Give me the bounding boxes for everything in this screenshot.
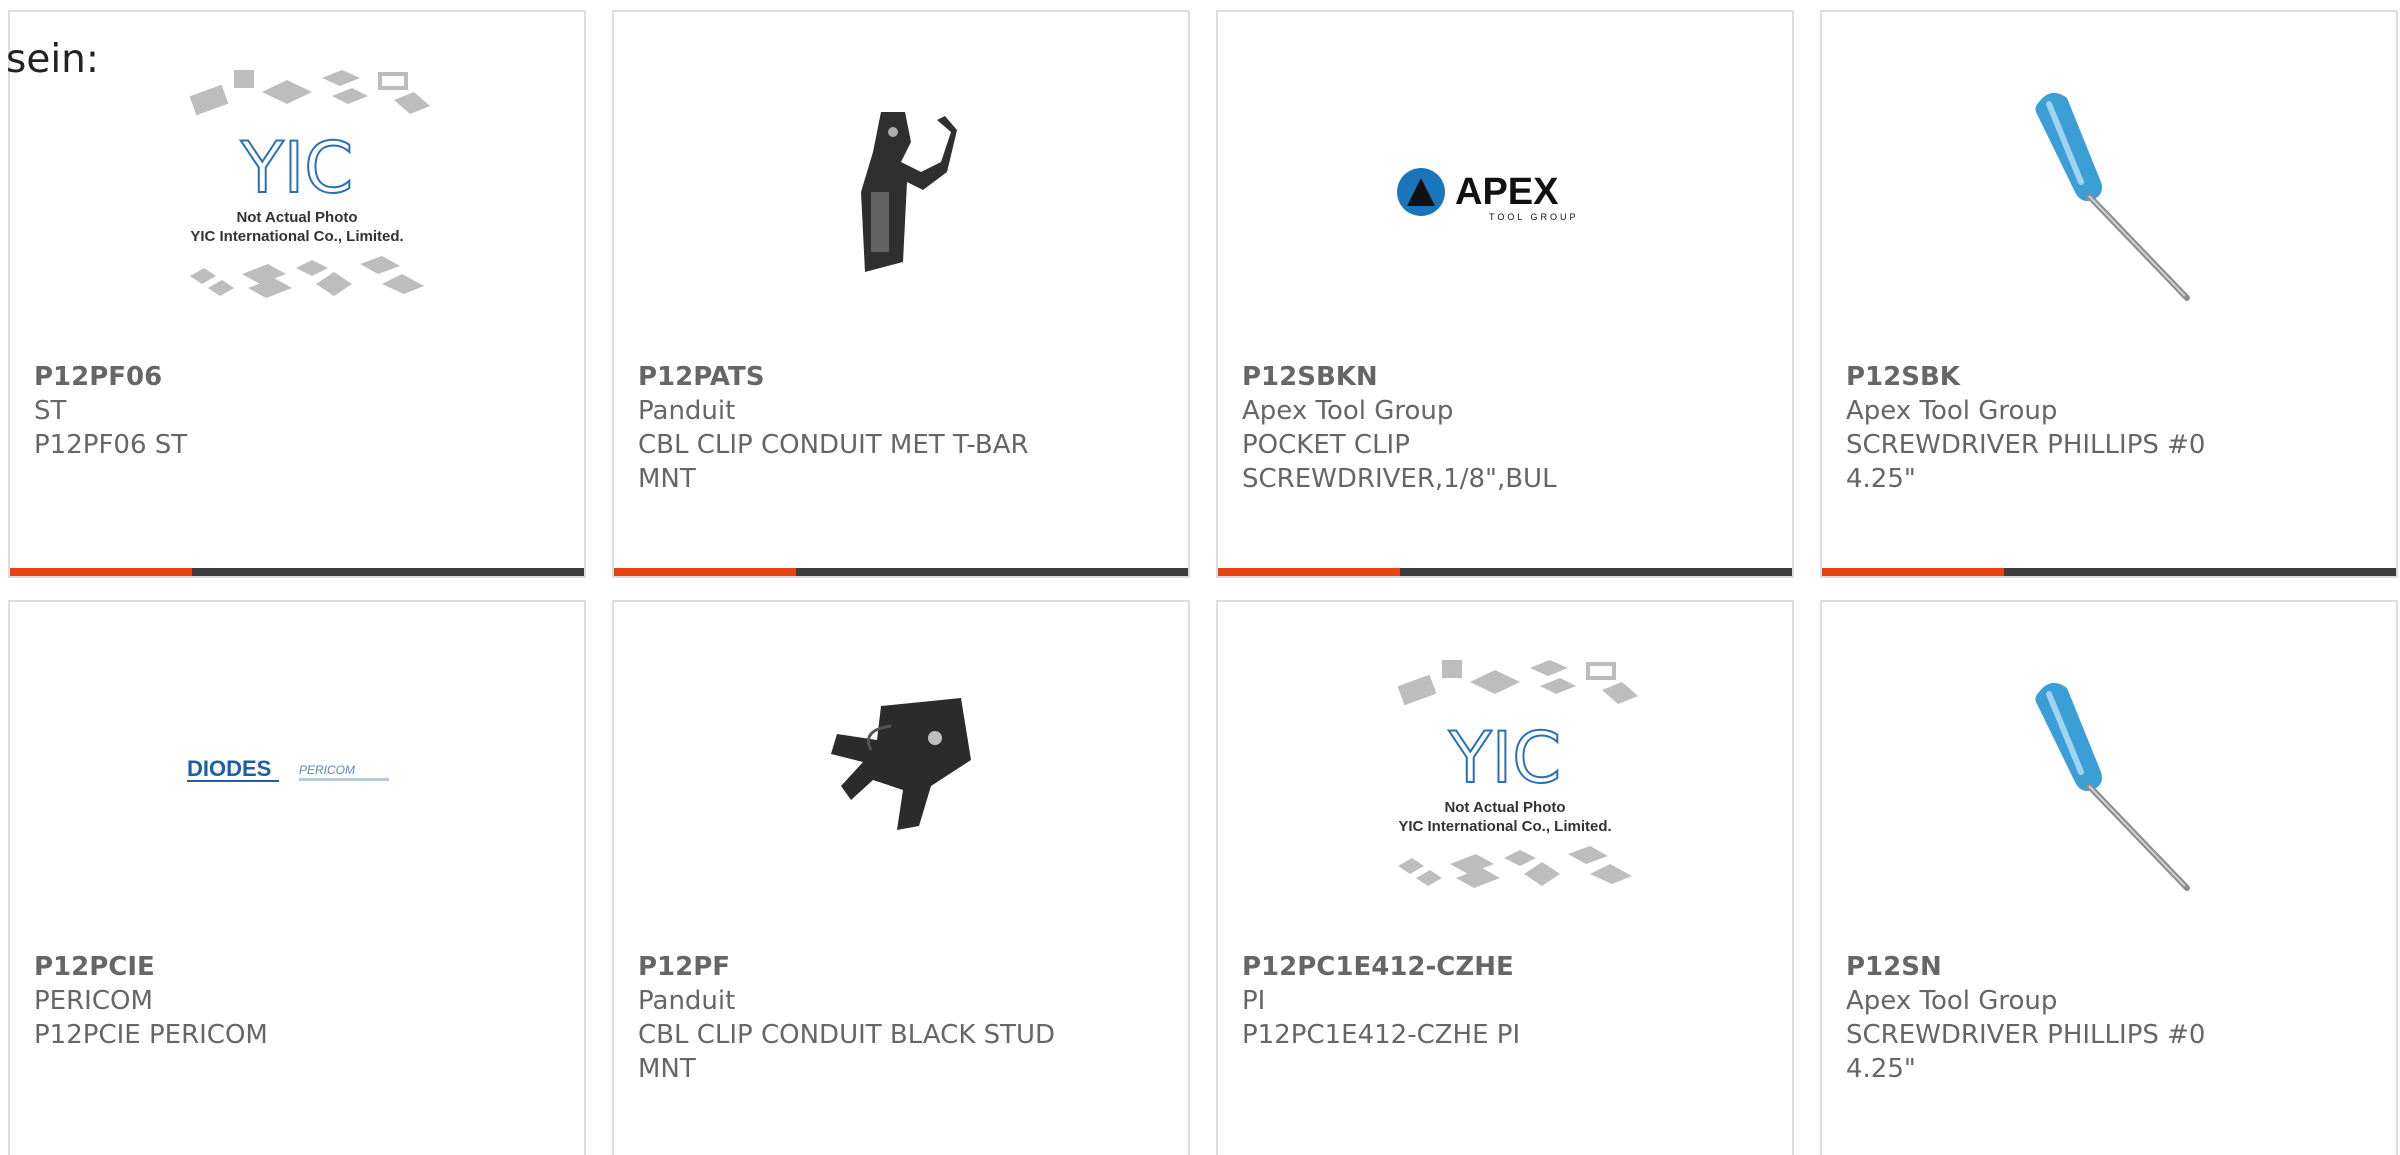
part-number[interactable]: P12PC1E412-CZHE	[1242, 950, 1662, 984]
product-card[interactable]: YIC Not Actual Photo YIC International C…	[1216, 600, 1794, 1155]
product-card[interactable]: DIODES PERICOM P12PCIE PERICOM P12PCIE P…	[8, 600, 586, 1155]
manufacturer: PI	[1242, 986, 1266, 1016]
yic-placeholder-image: YIC Not Actual Photo YIC International C…	[189, 70, 430, 298]
description: P12PCIE PERICOM	[34, 1020, 268, 1050]
product-image[interactable]	[614, 652, 1188, 942]
manufacturer: Panduit	[638, 986, 736, 1016]
part-number[interactable]: P12SBKN	[1242, 360, 1662, 394]
product-info: P12SN Apex Tool Group SCREWDRIVER PHILLI…	[1846, 950, 2266, 1086]
apex-sub: TOOL GROUP	[1489, 212, 1579, 222]
product-image[interactable]: DIODES PERICOM	[10, 652, 584, 942]
stud-clip-image	[831, 698, 971, 830]
description: SCREWDRIVER PHILLIPS #0 4.25"	[1846, 1020, 2206, 1084]
diodes-wordmark: DIODES	[187, 756, 271, 781]
part-number[interactable]: P12SN	[1846, 950, 2266, 984]
manufacturer: Apex Tool Group	[1242, 396, 1454, 426]
product-info: P12SBK Apex Tool Group SCREWDRIVER PHILL…	[1846, 360, 2266, 496]
part-number[interactable]: P12PF06	[34, 360, 454, 394]
diodes-pericom-logo-image: DIODES PERICOM	[187, 756, 389, 782]
description: CBL CLIP CONDUIT MET T-BAR MNT	[638, 430, 1029, 494]
description: POCKET CLIP SCREWDRIVER,1/8",BUL	[1242, 430, 1557, 494]
product-image[interactable]: APEX TOOL GROUP	[1218, 62, 1792, 352]
product-card[interactable]: P12PF Panduit CBL CLIP CONDUIT BLACK STU…	[612, 600, 1190, 1155]
description: P12PC1E412-CZHE PI	[1242, 1020, 1521, 1050]
part-number[interactable]: P12PF	[638, 950, 1058, 984]
product-image[interactable]: YIC Not Actual Photo YIC International C…	[10, 62, 584, 352]
product-info: P12PC1E412-CZHE PI P12PC1E412-CZHE PI	[1242, 950, 1662, 1052]
product-grid-page: sein: YIC Not Actual Photo YIC Internati…	[0, 0, 2400, 1155]
screwdriver-image	[2035, 682, 2190, 891]
pericom-wordmark: PERICOM	[299, 763, 355, 777]
product-info: P12PATS Panduit CBL CLIP CONDUIT MET T-B…	[638, 360, 1058, 496]
product-image[interactable]	[614, 62, 1188, 352]
product-info: P12PCIE PERICOM P12PCIE PERICOM	[34, 950, 454, 1052]
product-image[interactable]	[1822, 62, 2396, 352]
card-footer-bar	[10, 568, 584, 576]
part-number[interactable]: P12PCIE	[34, 950, 454, 984]
card-footer-bar	[614, 568, 1188, 576]
apex-wordmark: APEX	[1455, 171, 1559, 213]
product-info: P12SBKN Apex Tool Group POCKET CLIP SCRE…	[1242, 360, 1662, 496]
svg-text:YIC: YIC	[240, 127, 353, 209]
product-card[interactable]: YIC Not Actual Photo YIC International C…	[8, 10, 586, 578]
not-actual-photo-label: Not Actual Photo	[236, 209, 357, 226]
manufacturer: Apex Tool Group	[1846, 986, 2058, 1016]
description: CBL CLIP CONDUIT BLACK STUD MNT	[638, 1020, 1056, 1084]
yic-label: YIC International Co., Limited.	[1398, 818, 1611, 835]
description: SCREWDRIVER PHILLIPS #0 4.25"	[1846, 430, 2206, 494]
leading-text: sein:	[6, 37, 100, 82]
manufacturer: PERICOM	[34, 986, 153, 1016]
manufacturer: Panduit	[638, 396, 736, 426]
part-number[interactable]: P12PATS	[638, 360, 1058, 394]
not-actual-photo-label: Not Actual Photo	[1444, 799, 1565, 816]
product-info: P12PF06 ST P12PF06 ST	[34, 360, 454, 462]
yic-placeholder-image: YIC Not Actual Photo YIC International C…	[1397, 660, 1638, 888]
svg-text:YIC: YIC	[1448, 717, 1561, 799]
part-number[interactable]: P12SBK	[1846, 360, 2266, 394]
screwdriver-image	[2035, 92, 2190, 301]
description: P12PF06 ST	[34, 430, 188, 460]
product-card[interactable]: P12SBK Apex Tool Group SCREWDRIVER PHILL…	[1820, 10, 2398, 578]
conduit-clip-image	[861, 112, 957, 272]
manufacturer: ST	[34, 396, 67, 426]
product-card[interactable]: P12PATS Panduit CBL CLIP CONDUIT MET T-B…	[612, 10, 1190, 578]
product-card[interactable]: P12SN Apex Tool Group SCREWDRIVER PHILLI…	[1820, 600, 2398, 1155]
product-info: P12PF Panduit CBL CLIP CONDUIT BLACK STU…	[638, 950, 1058, 1086]
card-footer-bar	[1822, 568, 2396, 576]
card-footer-bar	[1218, 568, 1792, 576]
product-image[interactable]	[1822, 652, 2396, 942]
product-card[interactable]: APEX TOOL GROUP P12SBKN Apex Tool Group …	[1216, 10, 1794, 578]
yic-label: YIC International Co., Limited.	[190, 228, 403, 245]
manufacturer: Apex Tool Group	[1846, 396, 2058, 426]
apex-logo-image: APEX TOOL GROUP	[1397, 168, 1579, 222]
product-image[interactable]: YIC Not Actual Photo YIC International C…	[1218, 652, 1792, 942]
